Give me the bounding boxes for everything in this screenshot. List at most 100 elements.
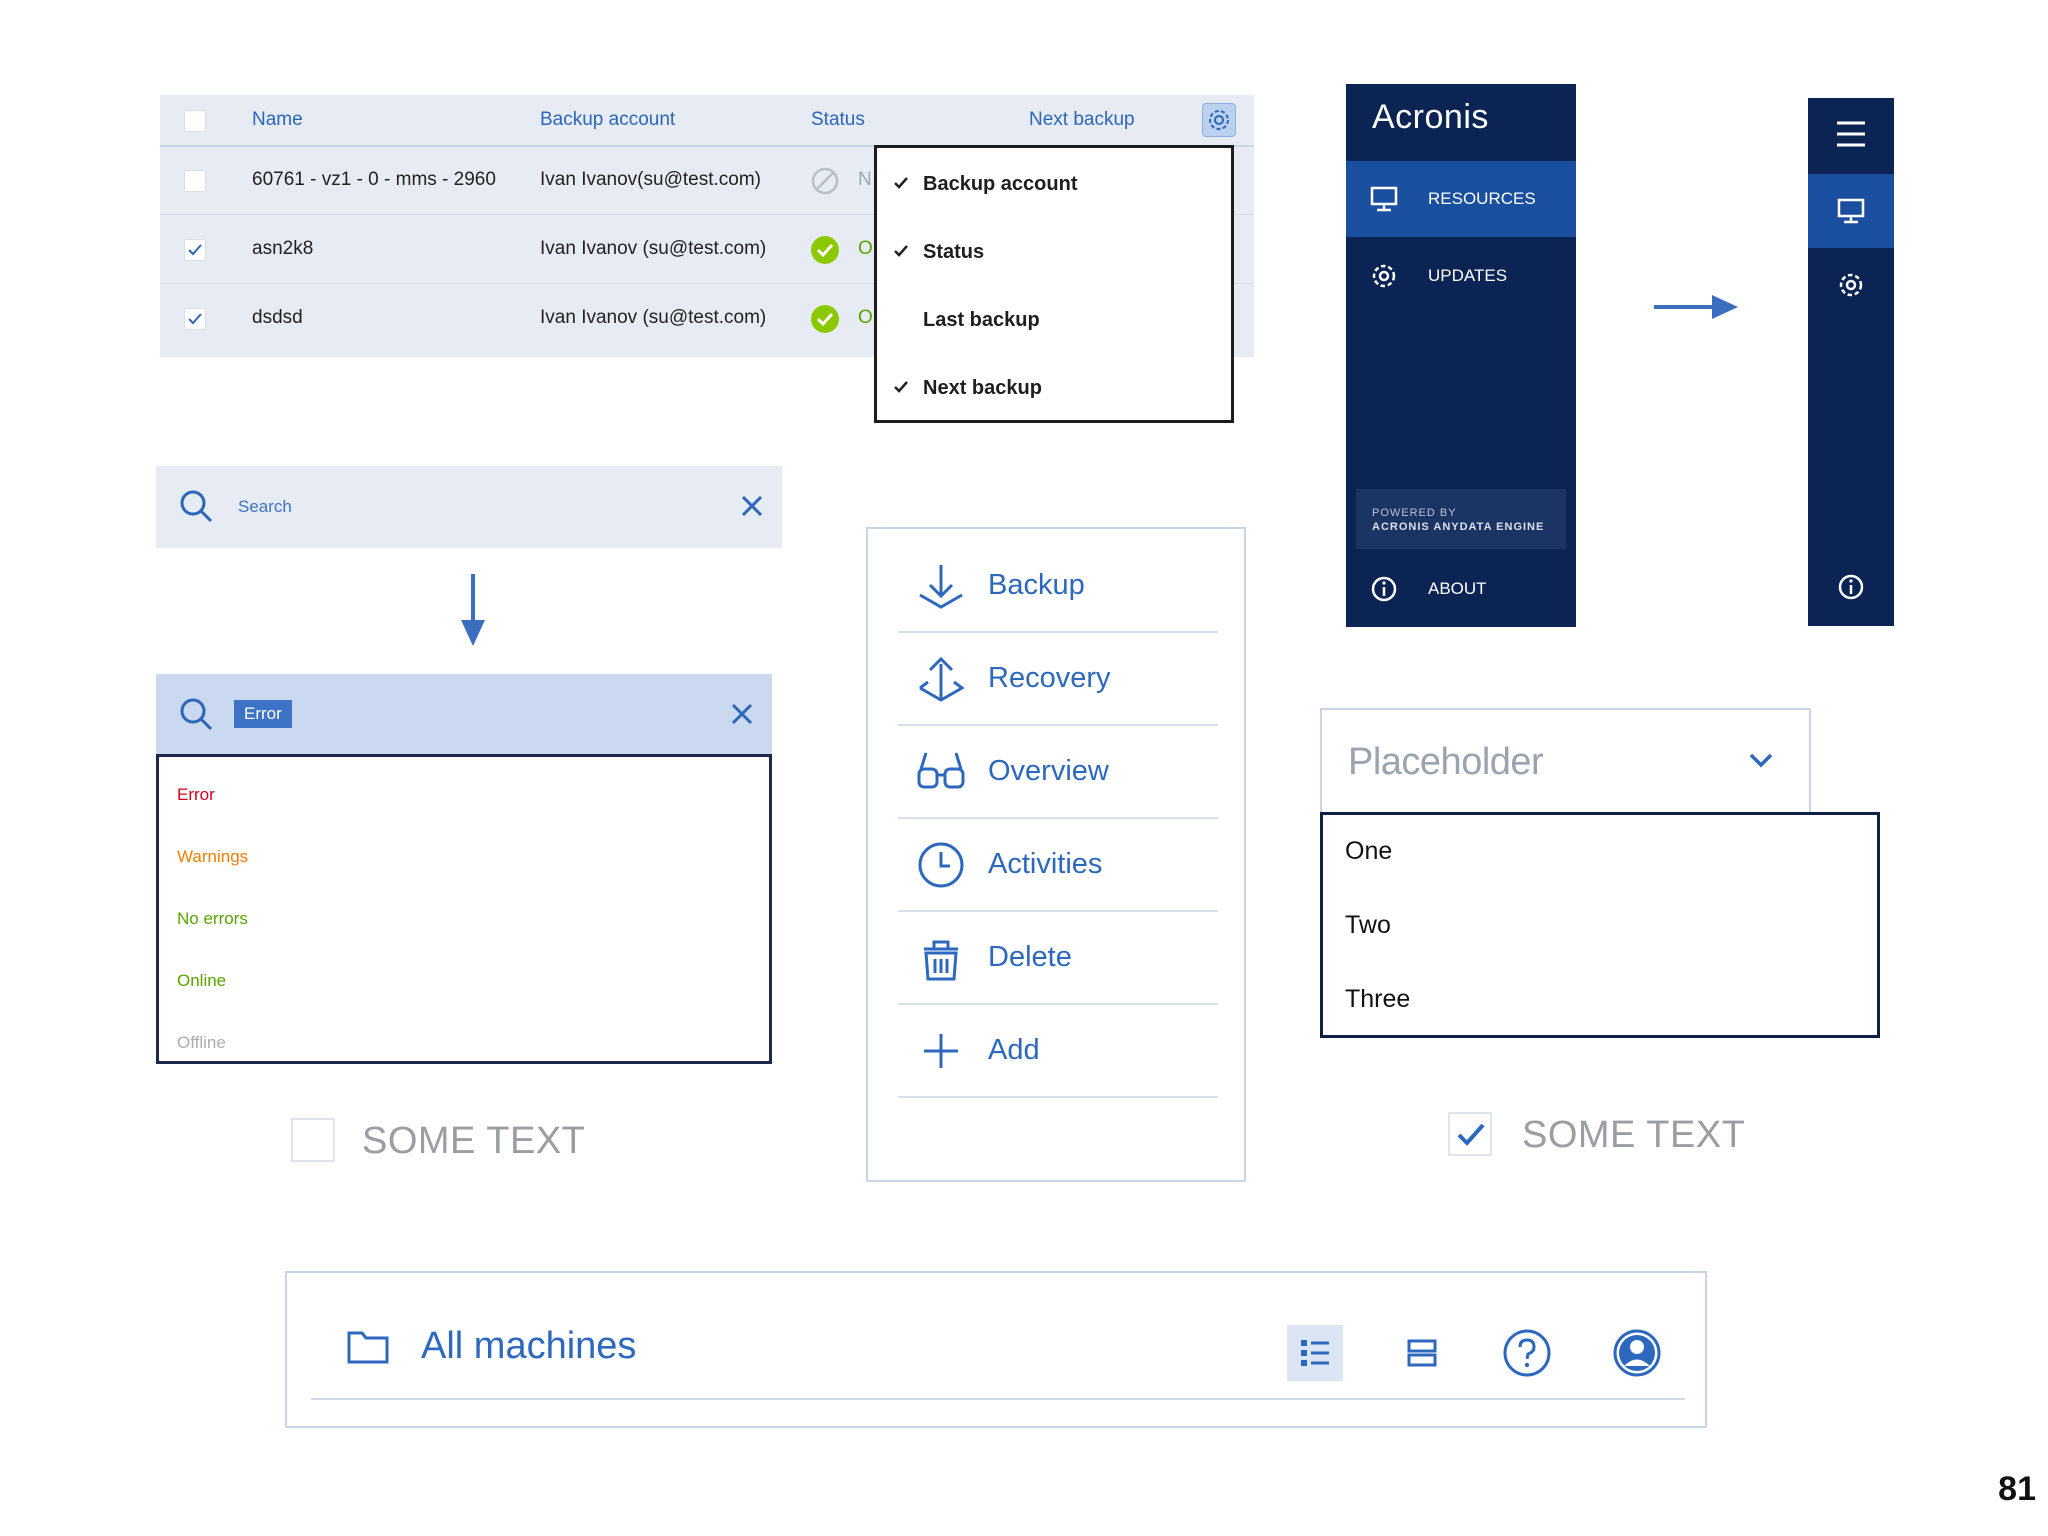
monitor-icon [1837,198,1865,224]
action-label: Backup [988,569,1085,601]
account-button[interactable] [1609,1325,1665,1381]
row-next-backup: N [858,169,872,190]
row-checkbox[interactable] [184,170,206,192]
gear-icon [1209,110,1229,130]
column-chooser-menu: Backup account Status Last backup Next b… [874,145,1234,423]
row-backup-account: Ivan Ivanov (su@test.com) [540,307,767,328]
list-view-button[interactable] [1287,1325,1343,1381]
action-add[interactable]: Add [898,1004,1218,1098]
row-backup-account: Ivan Ivanov (su@test.com) [540,238,767,259]
action-backup[interactable]: Backup [898,539,1218,633]
select-option-one[interactable]: One [1345,837,1392,866]
powered-by-badge: POWERED BY ACRONIS ANYDATA ENGINE [1356,489,1566,549]
powered-by-line: POWERED BY [1372,507,1457,519]
action-label: Add [988,1034,1040,1066]
filter-option-online[interactable]: Online [177,971,226,991]
row-next-backup: O [858,307,873,328]
column-header-name[interactable]: Name [252,95,303,145]
search-input[interactable]: Search [238,466,292,548]
status-filter-dropdown: Error Warnings No errors Online Offline [156,754,772,1064]
glasses-icon [917,752,965,789]
checkbox-unchecked-label: SOME TEXT [362,1120,586,1162]
recovery-icon [919,656,965,702]
menu-item-backup-account[interactable]: Backup account [877,150,1231,218]
arrow-right-icon [1654,295,1738,319]
chevron-down-icon[interactable] [1748,752,1774,770]
select-option-two[interactable]: Two [1345,911,1391,940]
sidebar-item-label: RESOURCES [1428,189,1536,208]
column-header-status[interactable]: Status [811,95,865,145]
sidebar-collapsed [1808,98,1894,626]
action-overview[interactable]: Overview [898,725,1218,819]
action-activities[interactable]: Activities [898,818,1218,912]
row-checkbox-checked[interactable] [184,308,206,330]
toolbar-divider [311,1398,1685,1400]
filter-option-warnings[interactable]: Warnings [177,847,248,867]
list-icon [1301,1340,1329,1366]
select-options: One Two Three [1320,812,1880,1038]
row-name: dsdsd [252,307,303,328]
checkbox-unchecked[interactable] [291,1118,335,1162]
close-icon[interactable] [740,494,764,518]
action-label: Recovery [988,662,1111,694]
status-ok-icon [811,305,839,333]
sidebar-item-resources[interactable]: RESOURCES [1346,161,1576,237]
menu-item-label: Status [923,241,985,263]
checkbox-checked[interactable] [1448,1112,1492,1156]
page-number: 81 [1998,1470,2036,1508]
action-label: Overview [988,755,1109,787]
menu-item-next-backup[interactable]: Next backup [877,354,1231,422]
column-settings-button[interactable] [1202,103,1236,137]
column-header-next-backup[interactable]: Next backup [1029,95,1135,145]
clock-icon [918,842,964,888]
filter-option-offline[interactable]: Offline [177,1033,226,1053]
plus-icon [924,1034,958,1068]
row-name: asn2k8 [252,238,314,259]
arrow-down-icon [461,574,485,646]
filter-option-error[interactable]: Error [177,785,215,805]
select-field[interactable]: Placeholder [1320,708,1811,812]
check-icon [1457,1123,1485,1146]
table-header: Name Backup account Status Next backup [160,95,1254,147]
select-placeholder: Placeholder [1348,741,1544,783]
check-icon [894,381,908,393]
info-icon[interactable] [1837,573,1865,601]
gear-icon [1372,264,1396,288]
menu-item-label: Next backup [923,377,1042,399]
status-ok-icon [811,236,839,264]
menu-item-label: Backup account [923,173,1078,195]
gear-icon[interactable] [1837,271,1865,299]
menu-item-last-backup[interactable]: Last backup [877,286,1231,354]
actions-panel: Backup Recovery Overview Activities Dele… [866,527,1246,1182]
help-icon [1503,1329,1551,1377]
not-protected-icon [811,167,839,195]
sidebar-item-label: UPDATES [1428,266,1508,285]
menu-item-status[interactable]: Status [877,218,1231,286]
row-backup-account: Ivan Ivanov(su@test.com) [540,169,761,190]
search-icon [180,490,213,523]
row-checkbox-checked[interactable] [184,239,206,261]
download-icon [919,565,963,609]
filter-option-no-errors[interactable]: No errors [177,909,248,929]
help-button[interactable] [1499,1325,1555,1381]
check-icon [894,177,908,189]
sidebar-item-updates[interactable]: UPDATES [1346,238,1576,314]
search-bar[interactable]: Search [156,466,782,548]
card-view-button[interactable] [1394,1325,1450,1381]
filter-chip[interactable]: Error [234,700,292,728]
select-all-checkbox[interactable] [184,110,206,132]
action-delete[interactable]: Delete [898,911,1218,1005]
sidebar-item-about[interactable]: ABOUT [1346,551,1576,627]
rows-icon [1407,1339,1437,1367]
sidebar-item-label: ABOUT [1428,579,1487,598]
select-option-three[interactable]: Three [1345,985,1410,1014]
column-header-backup-account[interactable]: Backup account [540,95,675,145]
hamburger-icon[interactable] [1836,120,1866,148]
sidebar-item-resources-collapsed[interactable] [1808,174,1894,248]
brand-logo: Acronis [1372,98,1489,136]
close-icon[interactable] [730,702,754,726]
search-bar-active[interactable]: Error [156,674,772,754]
action-recovery[interactable]: Recovery [898,632,1218,726]
info-icon [1371,576,1397,602]
action-label: Activities [988,848,1103,880]
